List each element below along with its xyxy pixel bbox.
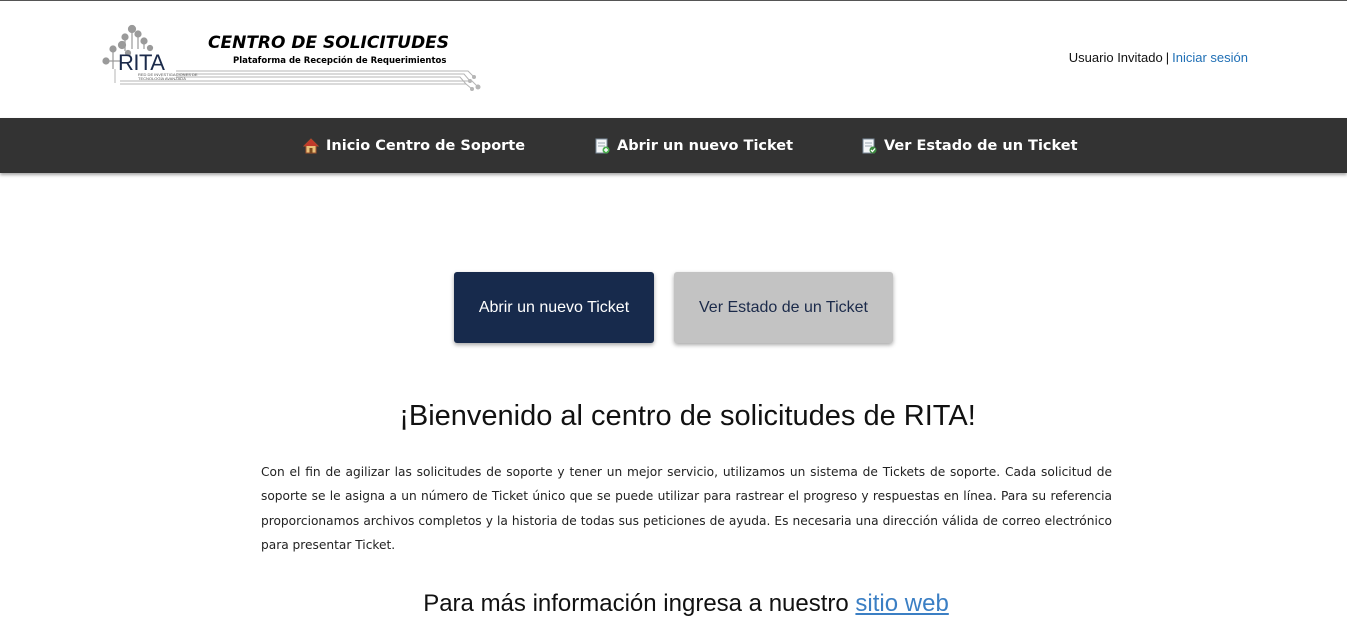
logo-tagline: RED DE INVESTIGACIONES DE TECNOLOGÍA AVA…	[138, 72, 198, 81]
nav-item-ticket-status[interactable]: Ver Estado de un Ticket	[861, 118, 1078, 173]
user-status: Usuario Invitado | Iniciar sesión	[1069, 50, 1248, 65]
site-subtitle: Plataforma de Recepción de Requerimiento…	[233, 56, 447, 66]
intro-paragraph: Con el fin de agilizar las solicitudes d…	[261, 465, 1112, 552]
nav-new-ticket-label: Abrir un nuevo Ticket	[617, 137, 794, 154]
open-new-ticket-button[interactable]: Abrir un nuevo Ticket	[454, 272, 654, 343]
nav-item-home[interactable]: Inicio Centro de Soporte	[302, 118, 526, 173]
check-ticket-status-button[interactable]: Ver Estado de un Ticket	[674, 272, 893, 343]
home-icon	[302, 137, 320, 154]
nav-item-new-ticket[interactable]: Abrir un nuevo Ticket	[594, 118, 793, 173]
nav-ticket-status-label: Ver Estado de un Ticket	[884, 137, 1078, 154]
nav-home-label: Inicio Centro de Soporte	[326, 137, 526, 154]
more-info-line: Para más información ingresa a nuestro s…	[0, 590, 1347, 618]
site-header: RITA RED DE INVESTIGACIONES DE TECNOLOGÍ…	[0, 1, 1347, 118]
website-link[interactable]: sitio web	[855, 590, 948, 617]
separator: |	[1165, 50, 1170, 65]
more-info-text: Para más información ingresa a nuestro	[423, 590, 849, 617]
rita-logo[interactable]: RITA RED DE INVESTIGACIONES DE TECNOLOGÍ…	[100, 21, 490, 93]
new-ticket-icon	[594, 138, 610, 154]
site-title: CENTRO DE SOLICITUDES	[208, 33, 450, 53]
main-navbar: Inicio Centro de Soporte Abrir un nuevo …	[0, 118, 1347, 173]
welcome-heading: ¡Bienvenido al centro de solicitudes de …	[399, 400, 976, 432]
ticket-status-icon	[861, 138, 877, 154]
guest-user-label: Usuario Invitado	[1068, 50, 1163, 65]
login-link[interactable]: Iniciar sesión	[1172, 50, 1248, 65]
